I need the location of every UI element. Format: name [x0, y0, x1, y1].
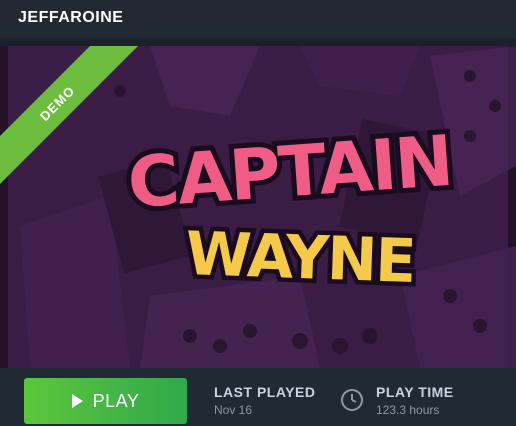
logo-line2: WAYNE: [184, 219, 415, 297]
play-label: PLAY: [92, 390, 140, 411]
clock-icon: [341, 389, 363, 411]
top-header: JEFFAROINE: [0, 0, 516, 38]
play-button[interactable]: PLAY: [24, 378, 187, 424]
demo-ribbon: DEMO: [0, 46, 160, 206]
last-played-value: Nov 16: [214, 403, 253, 417]
header-divider: [0, 38, 516, 46]
action-bar: PLAY LAST PLAYED Nov 16 PLAY TIME 123.3 …: [0, 368, 516, 426]
game-hero-image: CAPTAIN WAYNE DEMO: [0, 46, 516, 368]
play-icon: [71, 394, 83, 408]
page-title: JEFFAROINE: [18, 9, 124, 26]
demo-label: DEMO: [36, 82, 78, 124]
play-time-title: PLAY TIME: [376, 384, 454, 400]
play-time-value: 123.3 hours: [376, 403, 440, 417]
last-played-title: LAST PLAYED: [214, 384, 316, 400]
